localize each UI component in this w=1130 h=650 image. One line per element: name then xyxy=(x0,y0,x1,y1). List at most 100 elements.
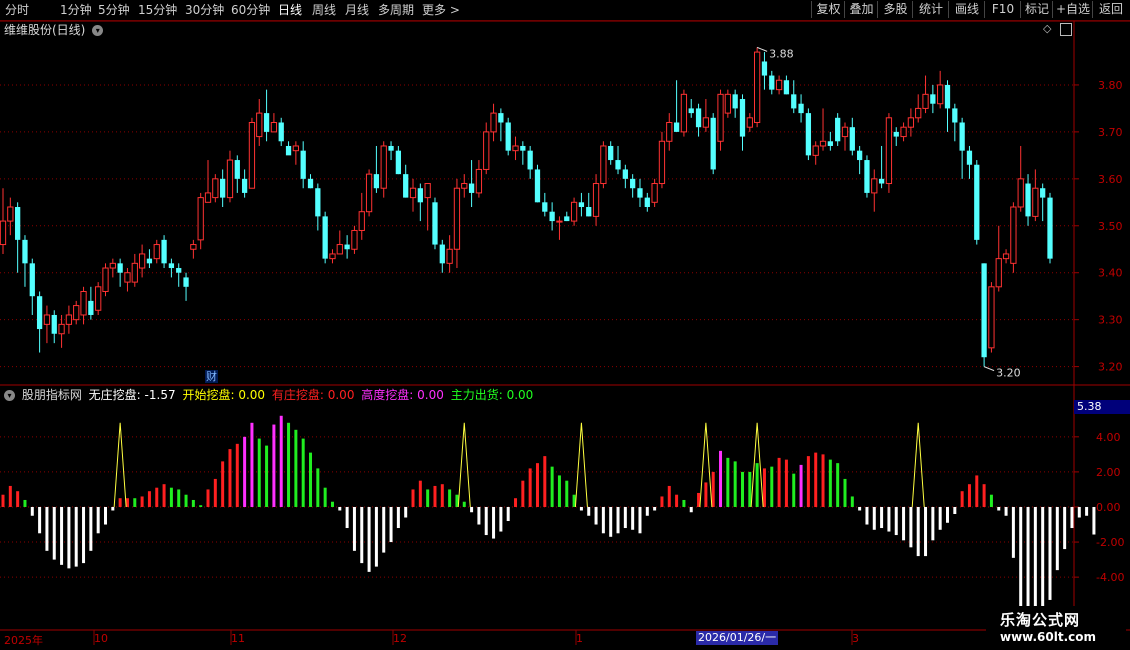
candle-body xyxy=(29,263,35,297)
indicator-bar xyxy=(250,422,254,507)
candle-body xyxy=(578,202,585,207)
candle-body xyxy=(724,93,731,114)
indicator-bar xyxy=(82,506,86,564)
price-tick-label: 3.60 xyxy=(1098,173,1123,186)
candle-body xyxy=(73,305,80,321)
candle-body xyxy=(329,253,336,260)
indicator-bar xyxy=(909,506,913,548)
high-marker-line xyxy=(756,46,768,52)
indicator-bar xyxy=(967,484,971,507)
candle-body xyxy=(292,145,300,152)
indicator-bar xyxy=(894,506,898,536)
indicator-bar xyxy=(279,415,283,507)
indicator-bar xyxy=(989,494,993,507)
indicator-bar xyxy=(828,459,832,507)
indicator-bar xyxy=(389,506,393,543)
indicator-bar xyxy=(924,506,928,557)
date-label: 3 xyxy=(852,632,859,645)
indicator-bar xyxy=(396,506,400,529)
candle-body xyxy=(190,244,197,250)
date-label: 12 xyxy=(393,632,407,645)
indicator-bar xyxy=(133,498,137,507)
indicator-bar xyxy=(345,506,349,529)
indicator-bar xyxy=(411,489,415,507)
candle-body xyxy=(688,108,694,114)
candle-body xyxy=(893,131,899,137)
kline-chart[interactable]: 3.80 3.70 3.60 3.50 3.40 3.30 3.20 4.00 2.00 0.00… xyxy=(0,0,1130,650)
indicator-bar xyxy=(177,489,181,507)
indicator-bar xyxy=(587,506,591,516)
low-marker-line xyxy=(983,366,995,372)
candle-body xyxy=(995,258,1002,288)
candle-body xyxy=(666,122,673,142)
candle-body xyxy=(600,145,607,185)
candle-body xyxy=(732,94,738,109)
candle-body xyxy=(974,164,980,240)
candle-body xyxy=(388,145,394,151)
candle-body xyxy=(168,263,175,269)
candle-body xyxy=(131,262,138,283)
candle-body xyxy=(775,79,783,91)
indicator-bar xyxy=(38,506,42,534)
candle-body xyxy=(930,94,936,104)
indicator-bar xyxy=(528,468,532,507)
candle-body xyxy=(102,267,109,292)
candle-body xyxy=(315,188,321,217)
candle-body xyxy=(197,197,204,241)
candle-body xyxy=(88,300,94,315)
indicator-bar xyxy=(1026,506,1030,613)
indicator-bar xyxy=(470,506,474,513)
candle-body xyxy=(849,127,855,151)
candle-body xyxy=(248,122,256,189)
candle-body xyxy=(365,173,373,213)
finance-marker[interactable]: 财 xyxy=(205,370,218,383)
candle-body xyxy=(981,263,987,358)
candle-body xyxy=(512,145,519,152)
candle-body xyxy=(592,183,600,217)
candle-body xyxy=(570,201,578,222)
candle-body xyxy=(498,113,504,123)
candle-body xyxy=(51,314,57,334)
indicator-current-value: 5.38 xyxy=(1074,400,1130,414)
indicator-bar xyxy=(477,506,481,525)
indicator-tick-label: 2.00 xyxy=(1096,466,1121,479)
candle-body xyxy=(520,145,526,151)
indicator-bar xyxy=(257,438,261,507)
indicator-bar xyxy=(67,506,71,569)
indicator-bar xyxy=(755,463,759,507)
indicator-bar xyxy=(1004,506,1008,516)
high-price-label: 3.88 xyxy=(769,47,794,60)
candle-body xyxy=(505,122,511,151)
candle-body xyxy=(915,107,922,119)
indicator-bar xyxy=(16,491,20,507)
indicator-bar xyxy=(843,478,847,507)
indicator-bar xyxy=(74,506,78,567)
indicator-bar xyxy=(1033,506,1037,613)
candle-body xyxy=(234,160,240,179)
candle-body xyxy=(483,131,490,170)
candle-body xyxy=(739,99,746,137)
watermark-url: www.60lt.com xyxy=(1000,630,1097,644)
candle-body xyxy=(278,122,284,142)
candle-body xyxy=(658,140,666,185)
indicator-bar xyxy=(199,505,203,507)
date-label: 2025年 xyxy=(4,634,43,647)
candle-body xyxy=(835,117,841,142)
indicator-bar xyxy=(1092,506,1096,535)
candle-body xyxy=(109,262,116,269)
candle-body xyxy=(988,286,995,349)
indicator-bar xyxy=(104,506,108,525)
indicator-bar xyxy=(931,506,935,541)
indicator-bar xyxy=(213,478,217,507)
indicator-bar xyxy=(960,491,964,507)
signal-peak-line xyxy=(457,422,471,508)
indicator-bar xyxy=(338,506,342,511)
indicator-bar xyxy=(887,506,891,532)
signal-peak-line xyxy=(911,422,925,508)
candle-body xyxy=(322,216,328,259)
indicator-bar xyxy=(579,506,583,511)
indicator-bar xyxy=(550,466,554,507)
price-tick-label: 3.80 xyxy=(1098,79,1123,92)
indicator-bar xyxy=(916,506,920,557)
candle-body xyxy=(307,178,314,189)
